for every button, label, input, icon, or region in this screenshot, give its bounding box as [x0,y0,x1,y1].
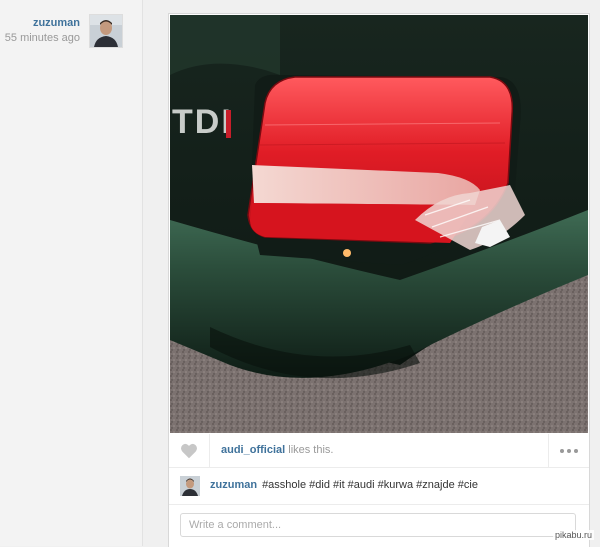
dot-icon [567,448,571,453]
likes-suffix: likes this. [285,444,334,456]
svg-text:TDI: TDI [172,103,233,141]
post-card: TDI audi_official likes this. zuzuman #a… [168,13,590,547]
author-avatar[interactable] [89,14,123,48]
caption-avatar-image [180,476,200,496]
post-timestamp: 55 minutes ago [4,32,80,44]
comment-input[interactable] [180,513,576,537]
post-author: zuzuman 55 minutes ago [5,17,80,44]
more-options-button[interactable] [548,434,589,467]
likes-bar: audi_official likes this. [169,434,589,468]
watermark: pikabu.ru [552,530,594,540]
tdi-badge: TDI [172,103,233,141]
post-photo[interactable]: TDI [170,15,588,433]
dot-icon [574,448,578,453]
left-column: zuzuman 55 minutes ago [0,0,143,546]
liker-username-link[interactable]: audi_official [221,444,285,456]
caption-username-link[interactable]: zuzuman [210,479,257,491]
like-button[interactable] [169,434,210,467]
car-taillight-image: TDI [170,15,588,433]
likes-text: audi_official likes this. [221,444,333,456]
caption-text: zuzuman #asshole #did #it #audi #kurwa #z… [210,479,478,491]
avatar-image [90,15,122,47]
dot-icon [560,448,564,453]
caption-avatar[interactable] [180,476,200,496]
author-username-link[interactable]: zuzuman [5,17,80,29]
caption-hashtags[interactable]: #asshole #did #it #audi #kurwa #znajde #… [262,479,478,491]
caption-row: zuzuman #asshole #did #it #audi #kurwa #z… [169,468,589,505]
heart-icon [181,443,197,458]
